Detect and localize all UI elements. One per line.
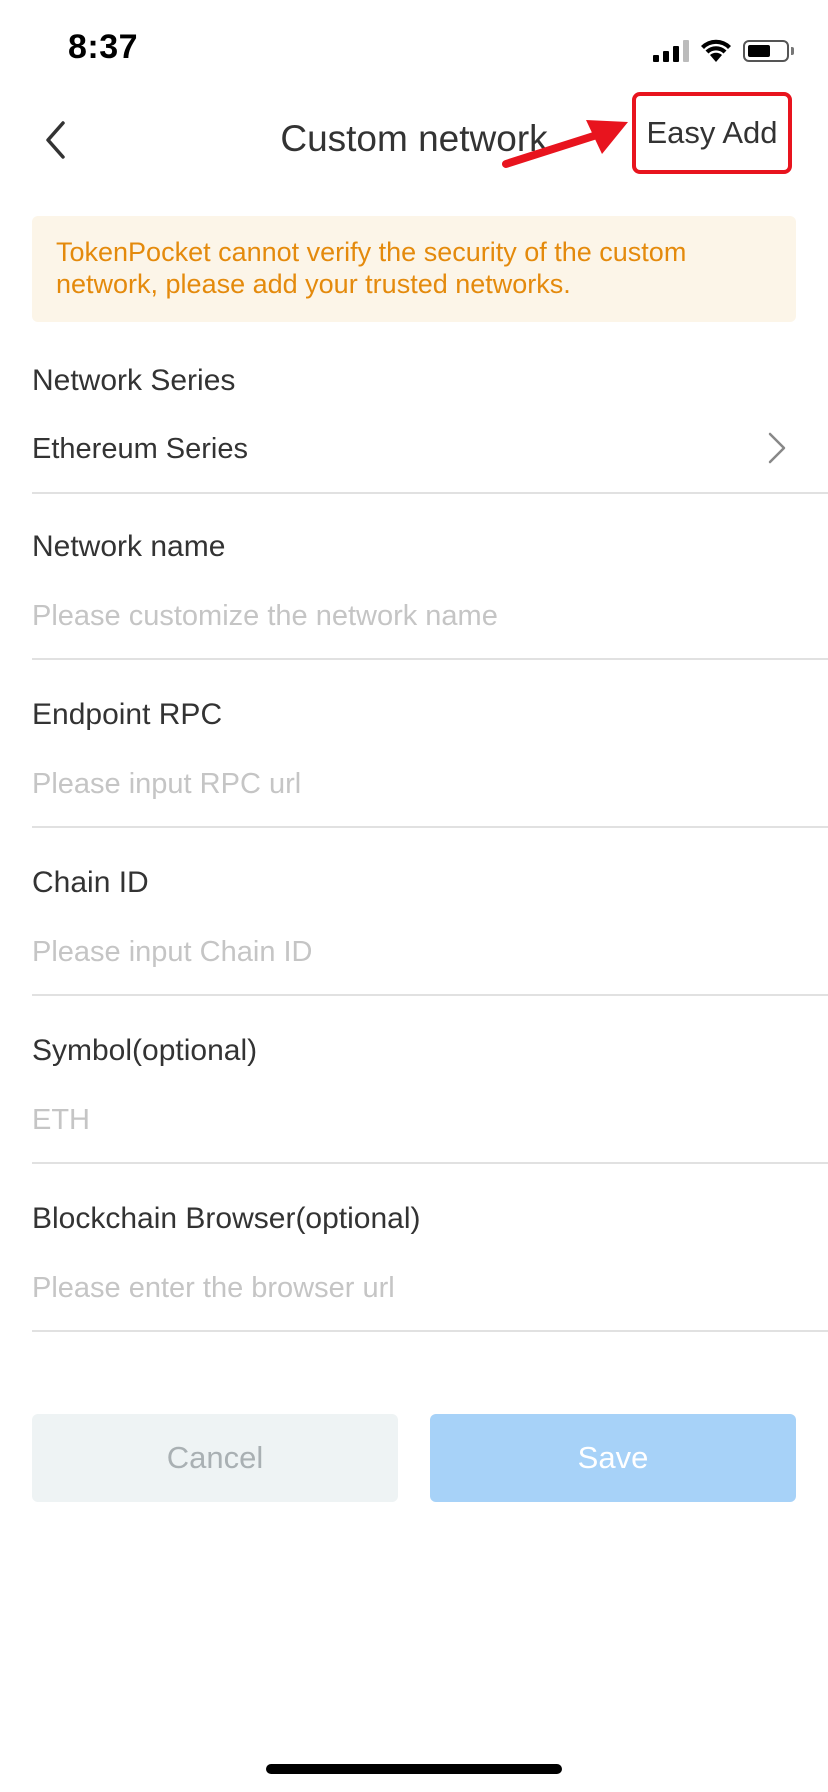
network-name-field: Network name	[32, 524, 828, 660]
endpoint-rpc-label: Endpoint RPC	[32, 698, 223, 731]
endpoint-rpc-input[interactable]	[32, 762, 752, 806]
symbol-input[interactable]	[32, 1098, 752, 1142]
chevron-right-icon	[768, 432, 786, 464]
home-indicator	[266, 1764, 562, 1774]
network-series-label: Network Series	[32, 364, 236, 397]
chain-id-field: Chain ID	[32, 860, 828, 996]
network-name-label: Network name	[32, 530, 226, 563]
status-bar: 8:37	[0, 0, 828, 100]
battery-icon	[743, 40, 789, 62]
symbol-label: Symbol(optional)	[32, 1034, 258, 1067]
status-icons	[653, 38, 794, 64]
cellular-signal-icon	[653, 40, 689, 62]
security-warning-banner: TokenPocket cannot verify the security o…	[32, 216, 796, 322]
blockchain-browser-field: Blockchain Browser(optional)	[32, 1196, 828, 1332]
chain-id-label: Chain ID	[32, 866, 149, 899]
blockchain-browser-input[interactable]	[32, 1266, 752, 1310]
network-series-field[interactable]: Network Series Ethereum Series	[32, 356, 828, 494]
wifi-icon	[701, 39, 731, 62]
blockchain-browser-label: Blockchain Browser(optional)	[32, 1202, 421, 1235]
network-name-input[interactable]	[32, 594, 752, 638]
save-button[interactable]: Save	[430, 1414, 796, 1502]
symbol-field: Symbol(optional)	[32, 1028, 828, 1164]
annotation-arrow-icon	[502, 120, 628, 168]
chain-id-input[interactable]	[32, 930, 752, 974]
cancel-button[interactable]: Cancel	[32, 1414, 398, 1502]
nav-header: Custom network Easy Add	[0, 90, 828, 190]
status-time: 8:37	[68, 28, 139, 66]
easy-add-button[interactable]: Easy Add	[632, 92, 792, 174]
network-series-value: Ethereum Series	[32, 433, 248, 465]
endpoint-rpc-field: Endpoint RPC	[32, 692, 828, 828]
